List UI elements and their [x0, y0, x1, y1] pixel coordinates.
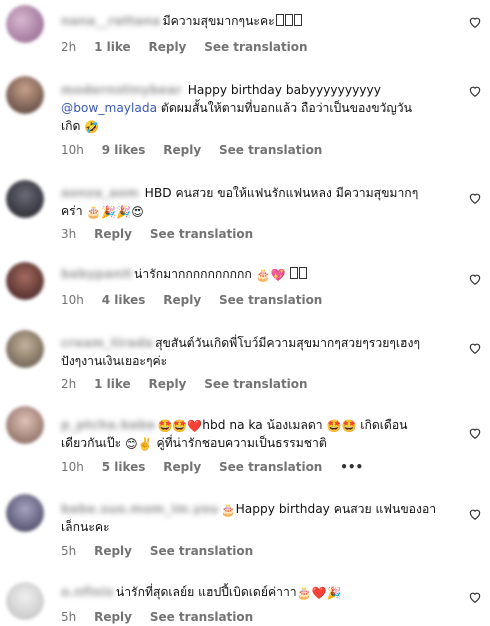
- comment-time: 2h: [61, 377, 77, 391]
- avatar[interactable]: [6, 262, 44, 300]
- comment-item: aonza_aom HBD คนสวย ขอให้แฟนรักแฟนหลง มี…: [0, 166, 490, 250]
- comment-time: 10h: [61, 460, 84, 474]
- see-translation-button[interactable]: See translation: [219, 143, 322, 157]
- comment-text: o.nfinis น่ารักที่สุดเลย์ย แฮปปี้เบิดเดย์…: [61, 583, 342, 601]
- cake-emoji: 🎂: [220, 503, 236, 517]
- reply-button[interactable]: Reply: [148, 377, 186, 391]
- comment-meta: 2h 1 like Reply See translation: [61, 40, 322, 54]
- like-heart-icon[interactable]: [468, 507, 482, 521]
- missing-glyph-box: [275, 14, 284, 26]
- missing-glyph-box: [293, 14, 302, 26]
- reply-button[interactable]: Reply: [94, 544, 132, 558]
- reply-button[interactable]: Reply: [94, 610, 132, 624]
- comment-username[interactable]: modernstinybear: [61, 81, 182, 99]
- missing-glyph-box: [299, 267, 308, 279]
- emoji-group: 🤩🤩: [326, 419, 357, 433]
- missing-glyph-box: [284, 14, 293, 26]
- comment-meta: 3h Reply See translation: [61, 227, 267, 241]
- see-translation-button[interactable]: See translation: [219, 293, 322, 307]
- like-heart-icon[interactable]: [468, 191, 482, 205]
- comment-meta: 5h Reply See translation: [61, 610, 267, 624]
- comment-text: modernstinybear Happy birthday babyyyyyy…: [61, 81, 412, 134]
- see-translation-button[interactable]: See translation: [150, 610, 253, 624]
- rofl-emoji: 🤣: [84, 120, 100, 134]
- see-translation-button[interactable]: See translation: [204, 377, 307, 391]
- reply-button[interactable]: Reply: [163, 293, 201, 307]
- comment-text: aonza_aom HBD คนสวย ขอให้แฟนรักแฟนหลง มี…: [61, 184, 419, 219]
- see-translation-button[interactable]: See translation: [204, 40, 307, 54]
- comment-time: 5h: [61, 610, 77, 624]
- emoji-group: 🎂❤️🎉: [296, 586, 342, 600]
- comment-username[interactable]: babypanit: [61, 265, 132, 283]
- like-heart-icon[interactable]: [468, 272, 482, 286]
- avatar[interactable]: [6, 330, 44, 368]
- see-translation-button[interactable]: See translation: [150, 544, 253, 558]
- like-heart-icon[interactable]: [468, 426, 482, 440]
- comment-likes[interactable]: 1 like: [94, 40, 131, 54]
- comment-item: p_ptcha.babe 🤩🤩❤️hbd na ka น้องเมลดา 🤩🤩 เ…: [0, 402, 490, 486]
- comment-time: 5h: [61, 544, 77, 558]
- see-translation-button[interactable]: See translation: [219, 460, 322, 474]
- comment-username[interactable]: babe.suo.mom_im.you: [61, 500, 219, 518]
- comment-time: 10h: [61, 293, 84, 307]
- reply-button[interactable]: Reply: [148, 40, 186, 54]
- see-translation-button[interactable]: See translation: [150, 227, 253, 241]
- comment-username[interactable]: nana__rattana: [61, 12, 161, 30]
- comment-text: p_ptcha.babe 🤩🤩❤️hbd na ka น้องเมลดา 🤩🤩 เ…: [61, 416, 408, 451]
- comment-likes[interactable]: 1 like: [94, 377, 131, 391]
- comment-meta: 2h 1 like Reply See translation: [61, 377, 322, 391]
- comment-time: 3h: [61, 227, 77, 241]
- emoji-group: 🎂💖: [255, 268, 286, 282]
- avatar[interactable]: [6, 406, 44, 444]
- missing-glyph-box: [290, 267, 299, 279]
- comment-username[interactable]: o.nfinis: [61, 583, 114, 601]
- like-heart-icon[interactable]: [468, 341, 482, 355]
- avatar[interactable]: [6, 180, 44, 218]
- comment-item: babypanit น่ารักมากกกกกกกกกก 🎂💖 10h 4 lik…: [0, 250, 490, 316]
- comment-username[interactable]: cream_tirada: [61, 334, 153, 352]
- avatar[interactable]: [6, 582, 44, 620]
- comment-time: 2h: [61, 40, 77, 54]
- reply-button[interactable]: Reply: [163, 460, 201, 474]
- comment-meta: 5h Reply See translation: [61, 544, 267, 558]
- comment-item: o.nfinis น่ารักที่สุดเลย์ย แฮปปี้เบิดเดย์…: [0, 570, 490, 626]
- like-heart-icon[interactable]: [468, 590, 482, 604]
- comment-meta: 10h 5 likes Reply See translation •••: [61, 460, 377, 474]
- comment-time: 10h: [61, 143, 84, 157]
- comment-item: modernstinybear Happy birthday babyyyyyy…: [0, 62, 490, 166]
- comment-text: babe.suo.mom_im.you 🎂Happy birthday คนสวย…: [61, 500, 437, 534]
- comment-item: cream_tirada สุขสันต์วันเกิดพี่โบว์มีความ…: [0, 316, 490, 402]
- comment-likes[interactable]: 5 likes: [102, 460, 146, 474]
- comment-username[interactable]: aonza_aom: [61, 184, 139, 202]
- reply-button[interactable]: Reply: [94, 227, 132, 241]
- emoji-group: 😊✌️: [125, 437, 153, 451]
- comment-text: cream_tirada สุขสันต์วันเกิดพี่โบว์มีความ…: [61, 334, 420, 368]
- comment-text: babypanit น่ารักมากกกกกกกกกก 🎂💖: [61, 265, 446, 283]
- avatar[interactable]: [6, 5, 44, 43]
- comment-text: nana__rattana มีความสุขมากๆนะคะ: [61, 12, 446, 30]
- mention-link[interactable]: @bow_maylada: [61, 101, 157, 115]
- avatar[interactable]: [6, 76, 44, 114]
- comment-likes[interactable]: 9 likes: [102, 143, 146, 157]
- comment-username[interactable]: p_ptcha.babe: [61, 416, 155, 434]
- comment-meta: 10h 4 likes Reply See translation: [61, 293, 336, 307]
- comment-item: babe.suo.mom_im.you 🎂Happy birthday คนสวย…: [0, 486, 490, 570]
- like-heart-icon[interactable]: [468, 15, 482, 29]
- like-heart-icon[interactable]: [468, 84, 482, 98]
- comment-meta: 10h 9 likes Reply See translation: [61, 143, 336, 157]
- comment-item: nana__rattana มีความสุขมากๆนะคะ 2h 1 like…: [0, 0, 490, 62]
- emoji-group: 🎂🎉🎉😍: [86, 205, 144, 219]
- more-options-icon[interactable]: •••: [340, 460, 363, 474]
- emoji-group: 🤩🤩❤️: [157, 419, 203, 433]
- avatar[interactable]: [6, 494, 44, 532]
- comment-likes[interactable]: 4 likes: [102, 293, 146, 307]
- reply-button[interactable]: Reply: [163, 143, 201, 157]
